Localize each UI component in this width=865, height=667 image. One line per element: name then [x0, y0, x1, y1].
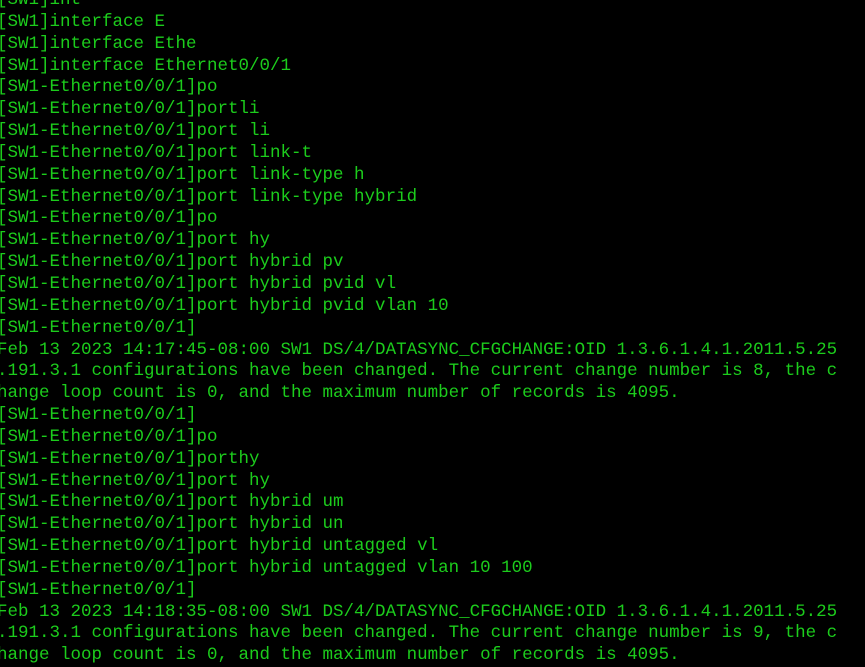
- terminal-line: [SW1]interface Ethe: [0, 33, 197, 54]
- terminal-line: [SW1-Ethernet0/0/1]port hybrid pvid vl: [0, 273, 397, 294]
- terminal-line: [SW1]int: [0, 0, 82, 10]
- terminal-line: [SW1-Ethernet0/0/1]port hybrid un: [0, 514, 344, 535]
- terminal-line: [SW1-Ethernet0/0/1]po: [0, 77, 218, 98]
- terminal-line: [SW1-Ethernet0/0/1]port link-type hybrid: [0, 186, 418, 207]
- terminal-line: [SW1-Ethernet0/0/1]porthy: [0, 448, 260, 469]
- terminal-line: [SW1-Ethernet0/0/1]port link-t: [0, 142, 313, 163]
- terminal-line: [SW1-Ethernet0/0/1]po: [0, 208, 218, 229]
- terminal-line: [SW1-Ethernet0/0/1]: [0, 579, 197, 600]
- terminal-line: .191.3.1 configurations have been change…: [0, 623, 838, 644]
- terminal-line: hange loop count is 0, and the maximum n…: [0, 645, 680, 666]
- terminal-line: [SW1-Ethernet0/0/1]port hybrid pv: [0, 252, 344, 273]
- terminal-line: Feb 13 2023 14:17:45-08:00 SW1 DS/4/DATA…: [0, 339, 838, 360]
- terminal-line: [SW1-Ethernet0/0/1]port hy: [0, 470, 271, 491]
- terminal-line: [SW1-Ethernet0/0/1]port hybrid untagged …: [0, 557, 533, 578]
- terminal-line: .191.3.1 configurations have been change…: [0, 361, 838, 382]
- terminal-line: [SW1]interface Ethernet0/0/1: [0, 55, 292, 76]
- terminal-line: [SW1-Ethernet0/0/1]: [0, 317, 197, 338]
- terminal-line: Feb 13 2023 14:18:35-08:00 SW1 DS/4/DATA…: [0, 601, 838, 622]
- terminal-line: [SW1-Ethernet0/0/1]port hybrid untagged …: [0, 536, 439, 557]
- terminal-output[interactable]: [SW1]int [SW1]interface E [SW1]interface E…: [0, 0, 837, 667]
- terminal-line: [SW1-Ethernet0/0/1]: [0, 405, 197, 426]
- terminal-line: [SW1-Ethernet0/0/1]port li: [0, 121, 271, 142]
- terminal-line: [SW1-Ethernet0/0/1]port link-type h: [0, 164, 365, 185]
- terminal-line: [SW1-Ethernet0/0/1]port hybrid um: [0, 492, 344, 513]
- terminal-line: [SW1]interface E: [0, 11, 166, 32]
- terminal-line: hange loop count is 0, and the maximum n…: [0, 383, 680, 404]
- terminal-line: [SW1-Ethernet0/0/1]port hybrid pvid vlan…: [0, 295, 449, 316]
- terminal-line: [SW1-Ethernet0/0/1]po: [0, 426, 218, 447]
- terminal-line: [SW1-Ethernet0/0/1]portli: [0, 99, 260, 120]
- terminal-line: [SW1-Ethernet0/0/1]port hy: [0, 230, 271, 251]
